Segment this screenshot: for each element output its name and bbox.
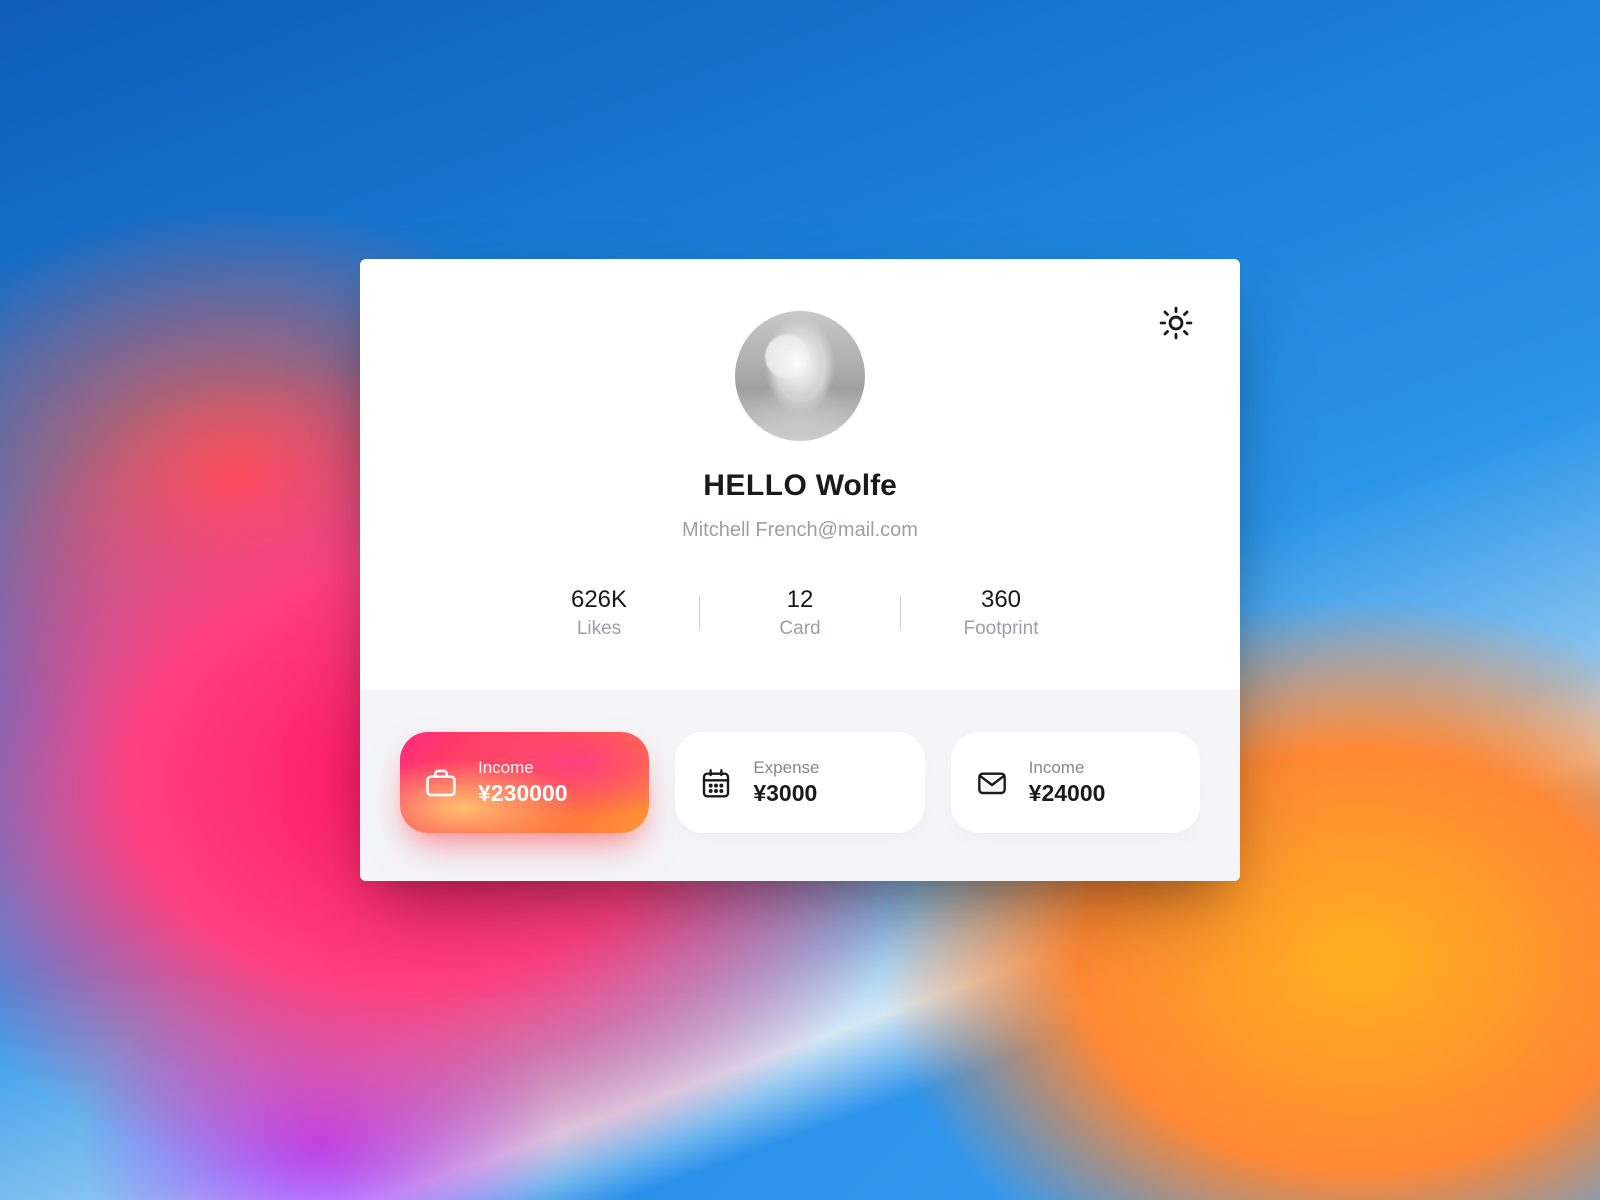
stat-value: 12 bbox=[700, 586, 900, 614]
profile-header: HELLO Wolfe Mitchell French@mail.com 626… bbox=[360, 259, 1240, 690]
stats-row: 626K Likes 12 Card 360 Footprint bbox=[400, 586, 1200, 640]
greeting-prefix: HELLO bbox=[703, 469, 807, 502]
calendar-icon bbox=[697, 764, 735, 802]
finance-text: Expense ¥3000 bbox=[753, 758, 819, 807]
stat-footprint[interactable]: 360 Footprint bbox=[901, 586, 1101, 640]
finance-card-income-secondary[interactable]: Income ¥24000 bbox=[951, 732, 1200, 833]
finance-text: Income ¥24000 bbox=[1029, 758, 1106, 807]
finance-label: Income bbox=[1029, 758, 1106, 778]
mail-icon bbox=[973, 764, 1011, 802]
finance-value: ¥3000 bbox=[753, 780, 819, 807]
stat-value: 360 bbox=[901, 586, 1101, 614]
theme-toggle-button[interactable] bbox=[1156, 303, 1196, 343]
stat-label: Likes bbox=[499, 618, 699, 640]
sun-icon bbox=[1159, 306, 1193, 340]
briefcase-icon bbox=[422, 764, 460, 802]
stat-label: Footprint bbox=[901, 618, 1101, 640]
stat-value: 626K bbox=[499, 586, 699, 614]
profile-card: HELLO Wolfe Mitchell French@mail.com 626… bbox=[360, 259, 1240, 881]
finance-value: ¥230000 bbox=[478, 780, 568, 807]
stat-card[interactable]: 12 Card bbox=[700, 586, 900, 640]
stat-likes[interactable]: 626K Likes bbox=[499, 586, 699, 640]
greeting-name: Wolfe bbox=[816, 469, 897, 502]
finance-card-expense[interactable]: Expense ¥3000 bbox=[675, 732, 924, 833]
finance-row: Income ¥230000 bbox=[360, 690, 1240, 881]
finance-text: Income ¥230000 bbox=[478, 758, 568, 807]
finance-value: ¥24000 bbox=[1029, 780, 1106, 807]
email-text: Mitchell French@mail.com bbox=[400, 519, 1200, 542]
avatar[interactable] bbox=[735, 311, 865, 441]
stat-label: Card bbox=[700, 618, 900, 640]
finance-card-income-primary[interactable]: Income ¥230000 bbox=[400, 732, 649, 833]
greeting-text: HELLO Wolfe bbox=[400, 469, 1200, 503]
finance-label: Income bbox=[478, 758, 568, 778]
finance-label: Expense bbox=[753, 758, 819, 778]
